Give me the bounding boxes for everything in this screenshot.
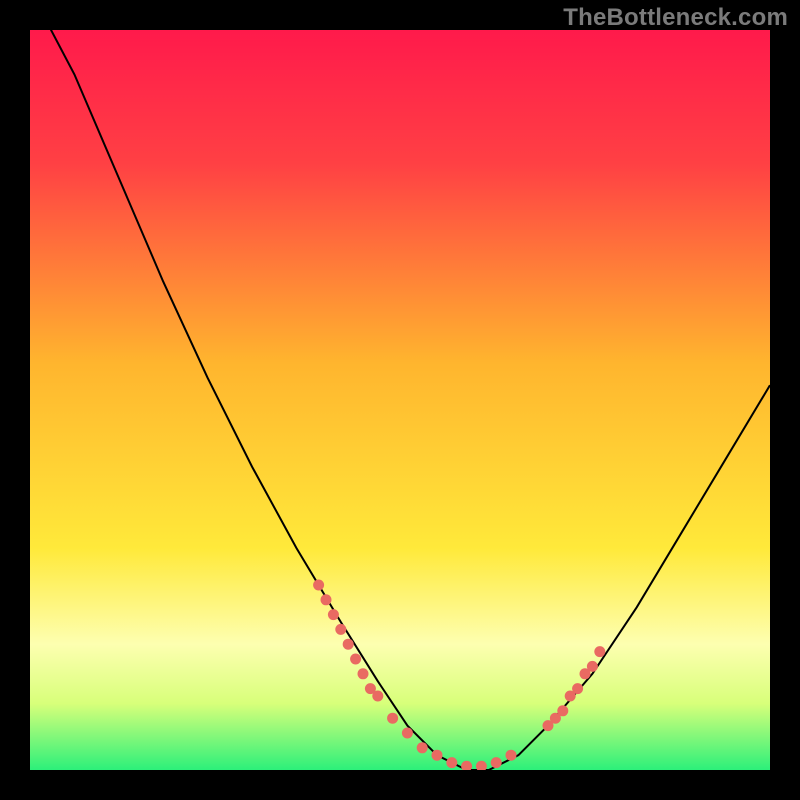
highlight-dot	[572, 683, 583, 694]
highlight-dot	[321, 594, 332, 605]
highlight-dot	[506, 750, 517, 761]
highlight-dot	[417, 742, 428, 753]
highlight-dot	[387, 713, 398, 724]
watermark-text: TheBottleneck.com	[563, 4, 788, 32]
highlight-dot	[402, 728, 413, 739]
highlight-dot	[594, 646, 605, 657]
highlight-dot	[446, 757, 457, 768]
bottleneck-chart	[30, 30, 770, 770]
highlight-dot	[313, 580, 324, 591]
highlight-dot	[587, 661, 598, 672]
highlight-dot	[432, 750, 443, 761]
highlight-dot	[350, 654, 361, 665]
highlight-dot	[491, 757, 502, 768]
highlight-dot	[557, 705, 568, 716]
highlight-dot	[335, 624, 346, 635]
gradient-background	[30, 30, 770, 770]
chart-frame: TheBottleneck.com	[0, 0, 800, 800]
highlight-dot	[328, 609, 339, 620]
highlight-dot	[372, 691, 383, 702]
highlight-dot	[358, 668, 369, 679]
highlight-dot	[343, 639, 354, 650]
